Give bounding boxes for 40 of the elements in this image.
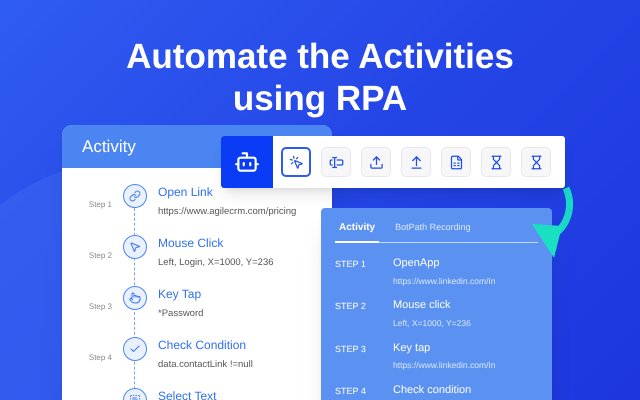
step-title: Key Tap <box>158 286 202 302</box>
headline: using RPA <box>232 78 408 120</box>
pointing-hand-icon <box>123 286 147 310</box>
step-label: Step 2 <box>88 251 112 260</box>
step-title: Mouse Click <box>158 235 224 251</box>
upload-icon <box>368 154 384 170</box>
step-title: Mouse click <box>393 298 452 314</box>
step-label: STEP 1 <box>335 258 367 271</box>
step-title: OpenApp <box>393 256 440 271</box>
panel-tab[interactable]: Activity <box>335 220 380 243</box>
step-label: Step 4 <box>88 353 112 362</box>
spreadsheet-icon <box>448 154 464 170</box>
step-title: Select Text <box>158 388 216 400</box>
cursor-click-icon <box>288 154 304 170</box>
step-detail: https://www.linkedin.com/In <box>393 359 496 372</box>
step-label: Step 1 <box>88 200 112 209</box>
panel-tab[interactable]: BotPath Recording <box>391 220 475 242</box>
step-detail: Left, X=1000, Y=236 <box>393 316 471 330</box>
step-title: Open Link <box>158 184 214 200</box>
cursor-icon <box>123 235 147 259</box>
checkmark-icon <box>123 337 147 361</box>
step-title: Key tap <box>393 340 432 356</box>
headline: Automate the Activities <box>126 36 514 78</box>
hourglass-icon <box>528 154 544 170</box>
step-detail: https://www.linkedin.com/In <box>393 274 496 288</box>
step-detail: data.contactLink !=null <box>158 358 253 372</box>
step-detail: https://www.agilecrm.com/pricing <box>158 205 296 219</box>
hourglass-icon <box>488 154 504 170</box>
link-icon <box>123 184 147 208</box>
step-title: Check Condition <box>158 337 248 353</box>
step-label: STEP 2 <box>335 300 367 314</box>
step-detail: *Password <box>158 307 204 321</box>
step-label: STEP 4 <box>335 384 367 398</box>
text-input-icon <box>328 154 344 170</box>
step-title: Check condition <box>393 382 472 398</box>
step-label: Step 3 <box>88 302 112 311</box>
step-detail: Left, Login, X=1000, Y=236 <box>158 256 274 270</box>
panel-title: Activity <box>82 136 136 158</box>
tool-button[interactable] <box>281 147 311 177</box>
step-label: STEP 3 <box>335 342 367 356</box>
